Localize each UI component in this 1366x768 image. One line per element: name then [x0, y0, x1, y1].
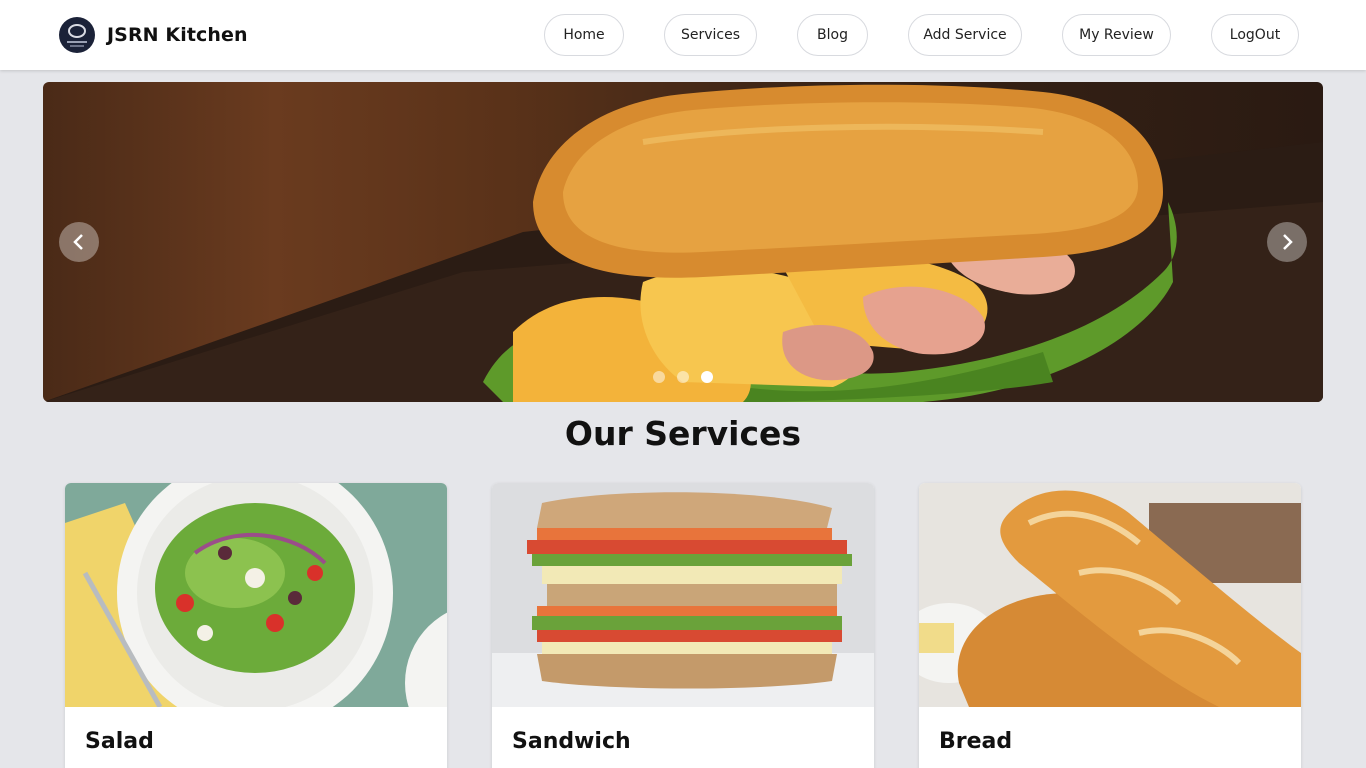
service-card-sandwich[interactable]: Sandwich	[492, 483, 874, 768]
carousel-dot-3[interactable]	[701, 371, 713, 383]
card-title: Bread	[939, 729, 1013, 754]
nav-services-button[interactable]: Services	[664, 14, 757, 56]
salad-image	[65, 483, 447, 707]
nav-my-review-button[interactable]: My Review	[1062, 14, 1171, 56]
service-card-salad[interactable]: Salad	[65, 483, 447, 768]
nav-home-button[interactable]: Home	[544, 14, 624, 56]
carousel-next-button[interactable]	[1267, 222, 1307, 262]
chevron-left-icon	[73, 234, 83, 250]
chevron-right-icon	[1283, 234, 1293, 250]
card-title: Salad	[85, 729, 154, 754]
carousel-dot-2[interactable]	[677, 371, 689, 383]
brand[interactable]: JSRN Kitchen	[59, 17, 248, 53]
sandwich-image	[492, 483, 874, 707]
nav-add-service-button[interactable]: Add Service	[908, 14, 1022, 56]
carousel-dot-1[interactable]	[653, 371, 665, 383]
nav-logout-button[interactable]: LogOut	[1211, 14, 1299, 56]
hero-carousel	[43, 82, 1323, 402]
services-heading: Our Services	[564, 414, 802, 453]
navbar: JSRN Kitchen Home Services Blog Add Serv…	[0, 0, 1366, 70]
nav-blog-button[interactable]: Blog	[797, 14, 868, 56]
service-card-bread[interactable]: Bread	[919, 483, 1301, 768]
logo-icon	[59, 17, 95, 53]
brand-name: JSRN Kitchen	[107, 24, 248, 46]
bread-image	[919, 483, 1301, 707]
carousel-prev-button[interactable]	[59, 222, 99, 262]
sandwich-slide-image	[43, 84, 1323, 402]
card-title: Sandwich	[512, 729, 631, 754]
